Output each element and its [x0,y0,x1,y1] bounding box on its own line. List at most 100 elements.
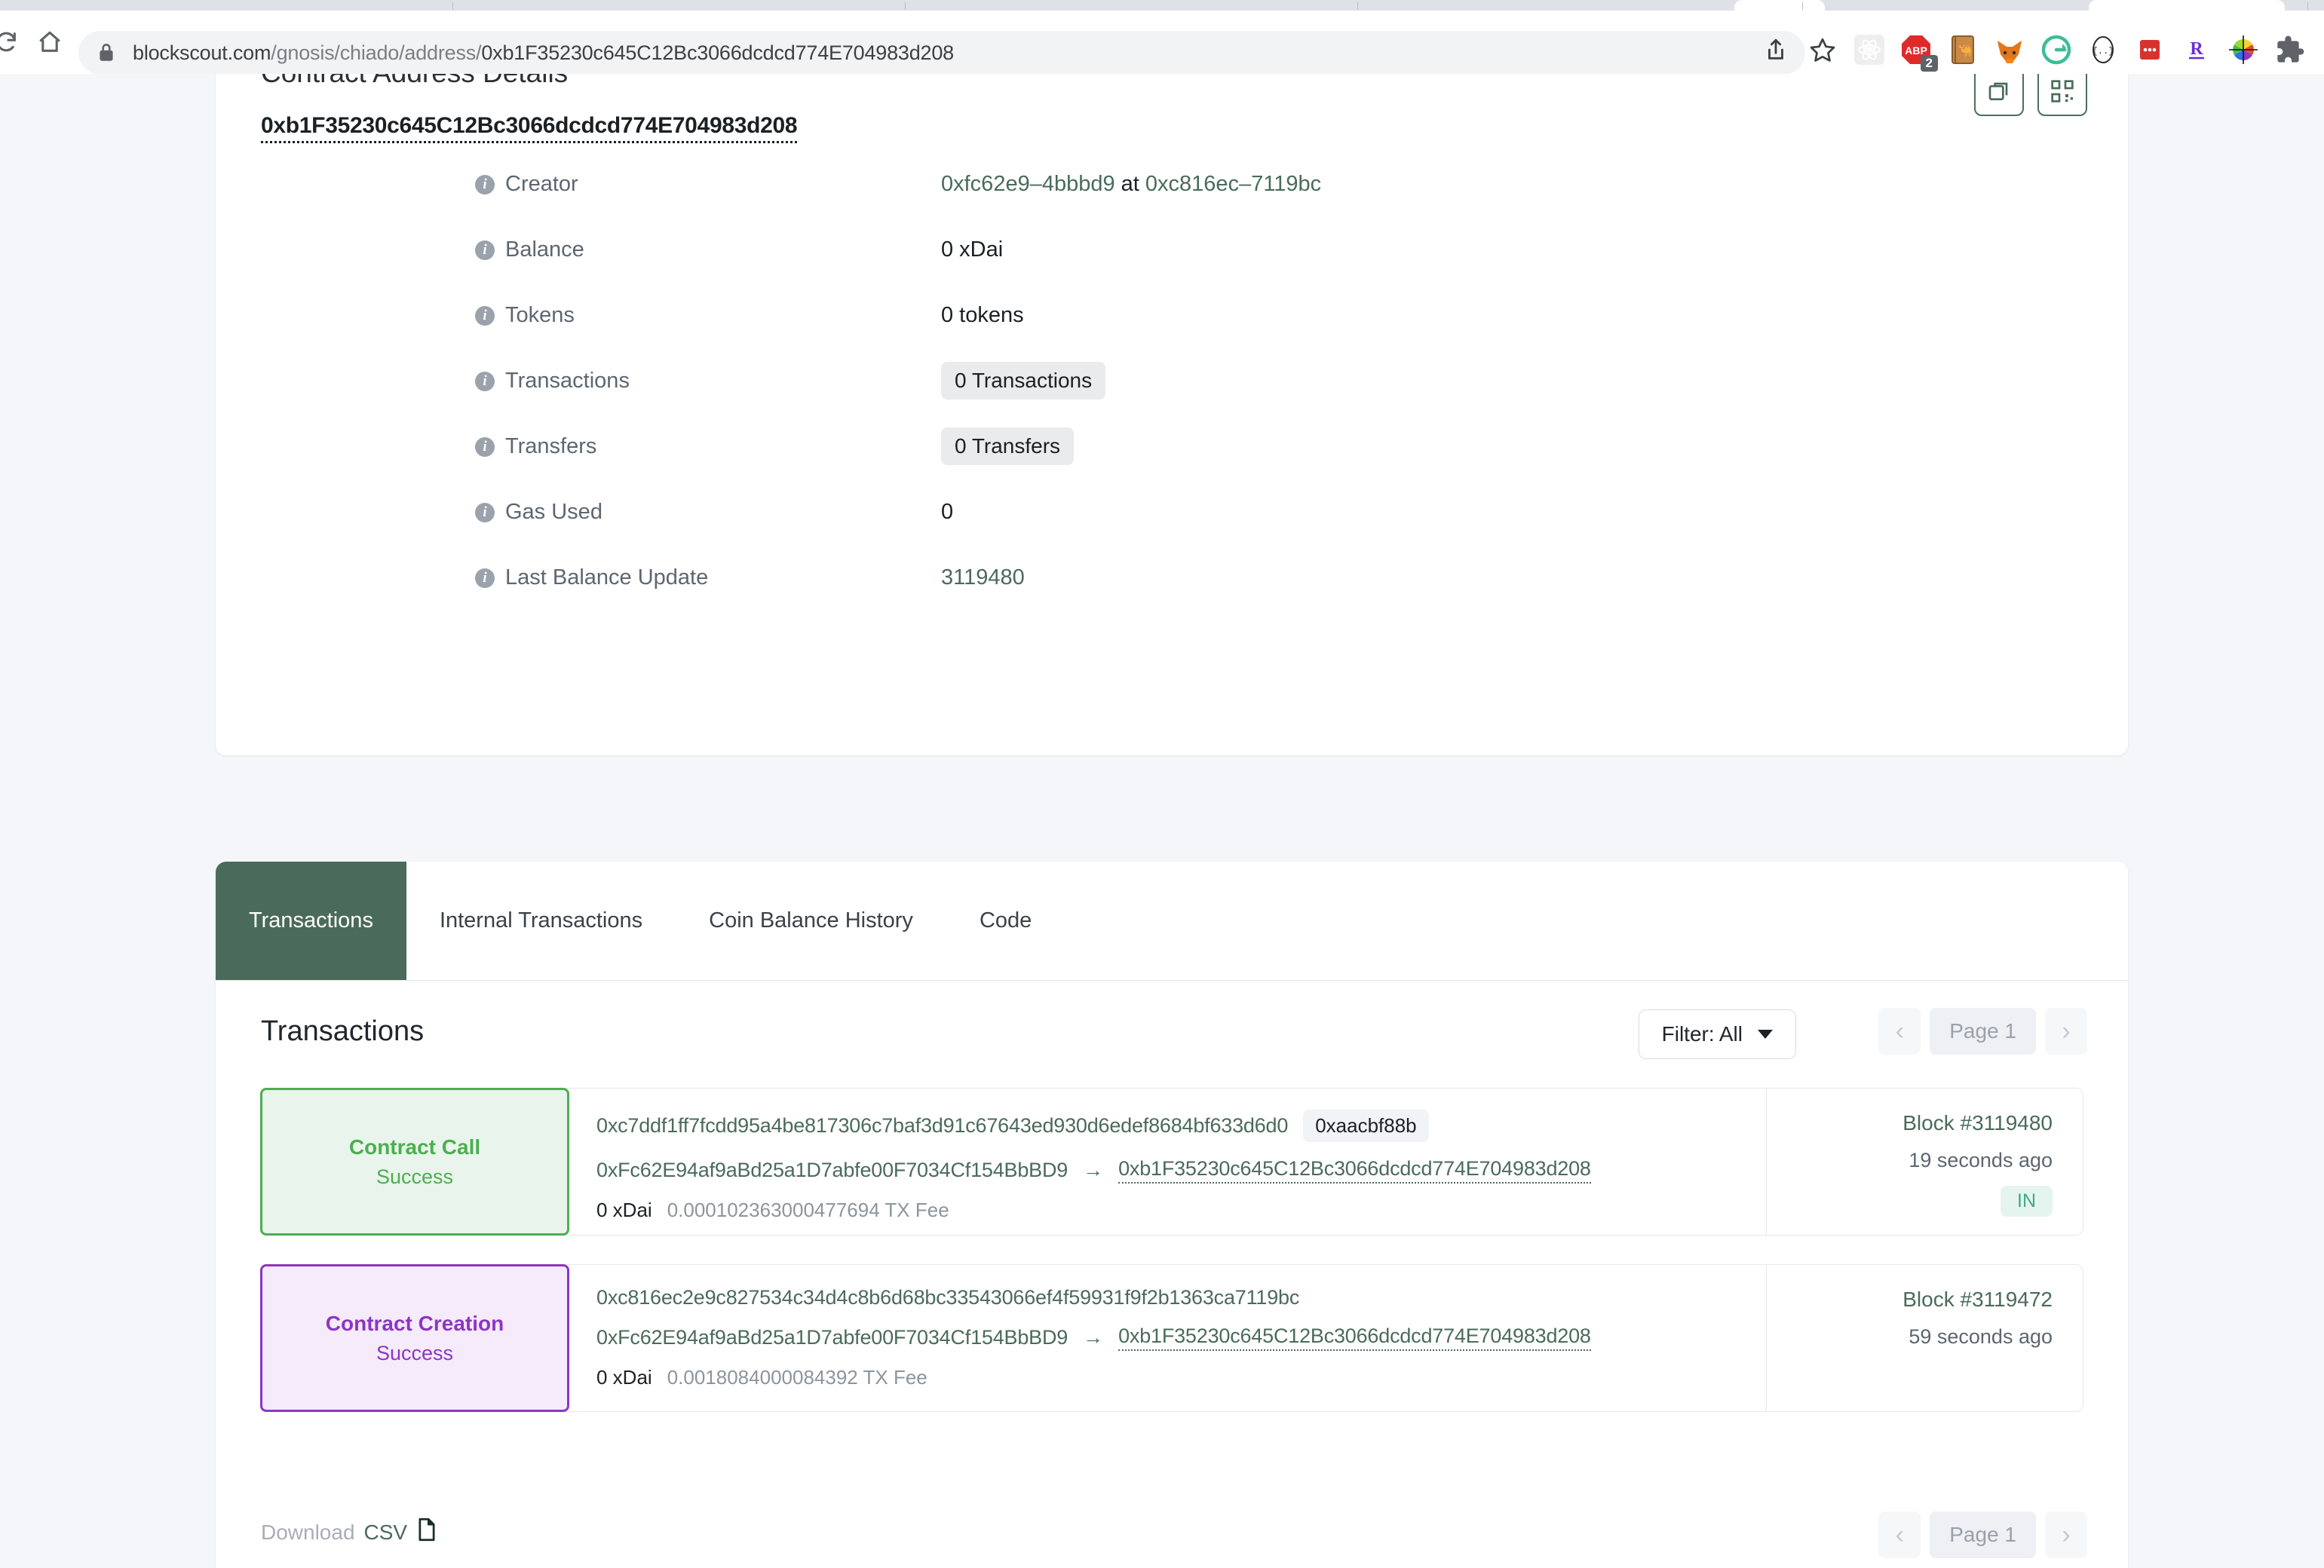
page-indicator[interactable]: Page 1 [1930,1511,2036,1558]
svg-text:🐫: 🐫 [1958,44,1973,57]
detail-label: i Transfers [475,434,596,459]
url-path: /gnosis/chiado/address/ [271,41,482,64]
detail-row-transactions: i Transactions 0 Transactions [216,362,2128,434]
tab-divider [905,2,906,10]
notebook-icon[interactable]: 🐫 [1939,26,1986,73]
adblock-plus-icon[interactable]: ABP 2 [1893,26,1939,73]
info-icon[interactable]: i [475,436,495,457]
home-icon[interactable] [33,26,66,59]
json-viewer-icon[interactable]: {..} [2080,26,2126,73]
info-icon[interactable]: i [475,568,495,588]
metamask-fox-icon[interactable] [1986,26,2033,73]
transactions-count-pill[interactable]: 0 Transactions [941,362,1106,400]
info-icon[interactable]: i [475,174,495,194]
detail-label: i Last Balance Update [475,565,708,590]
lock-icon [97,41,116,64]
copy-icon[interactable] [1974,74,2024,116]
detail-row-transfers: i Transfers 0 Transfers [216,427,2128,500]
tx-to-address-link[interactable]: 0xb1F35230c645C12Bc3066dcdcd774E704983d2… [1118,1325,1591,1351]
next-page-button[interactable]: › [2045,1008,2087,1055]
detail-value-last-balance-update[interactable]: 3119480 [941,565,1025,590]
tx-value-line: 0 xDai 0.000102363000477694 TX Fee [596,1199,1766,1222]
share-icon[interactable] [1752,26,1799,73]
pagination-bottom: ‹ Page 1 › [1878,1511,2087,1558]
tx-to-address-link[interactable]: 0xb1F35230c645C12Bc3066dcdcd774E704983d2… [1118,1157,1591,1184]
transactions-list: Contract Call Success 0xc7ddf1ff7fcdd95a… [216,1088,2128,1441]
tab-coin-balance-history[interactable]: Coin Balance History [676,862,946,980]
grammarly-icon[interactable] [2033,26,2080,73]
r-letter-icon[interactable]: R [2173,26,2220,73]
qr-code-icon[interactable] [2037,74,2087,116]
tx-from-address-link[interactable]: 0xFc62E94af9aBd25a1D7abfe00F7034Cf154BbB… [596,1326,1068,1349]
address-bar[interactable]: blockscout.com/gnosis/chiado/address/0xb… [78,31,1805,75]
filter-dropdown[interactable]: Filter: All [1638,1009,1796,1059]
tx-meta: Block #3119480 19 seconds ago IN [1766,1089,2083,1235]
tx-hash-line: 0xc7ddf1ff7fcdd95a4be817306c7baf3d91c676… [596,1110,1766,1142]
tab-divider [452,2,453,10]
prev-page-button[interactable]: ‹ [1878,1511,1921,1558]
tx-hash-link[interactable]: 0xc7ddf1ff7fcdd95a4be817306c7baf3d91c676… [596,1114,1288,1138]
contract-address-link[interactable]: 0xb1F35230c645C12Bc3066dcdcd774E704983d2… [261,113,798,143]
tx-value: 0 xDai [596,1366,652,1389]
tx-hash-link[interactable]: 0xc816ec2e9c827534c34d4c8b6d68bc33543066… [596,1286,1299,1309]
prev-page-button[interactable]: ‹ [1878,1008,1921,1055]
url-domain: blockscout.com [133,41,271,64]
detail-label: i Gas Used [475,500,602,525]
tab-divider [1802,2,1803,10]
detail-value-balance: 0 xDai [941,237,1004,262]
info-icon[interactable]: i [475,305,495,326]
table-row[interactable]: Contract Call Success 0xc7ddf1ff7fcdd95a… [260,1088,2083,1236]
detail-label: i Transactions [475,369,630,394]
tx-type-badge: Contract Call Success [260,1088,569,1236]
info-icon[interactable]: i [475,240,495,260]
contract-address-details-card: Contract Address Details 0xb1F35230c645C… [216,74,2128,755]
detail-label: i Balance [475,237,584,262]
tx-block-link[interactable]: Block #3119480 [1902,1111,2053,1135]
tx-method-badge: 0xaacbf88b [1303,1110,1429,1142]
detail-label: i Tokens [475,303,575,328]
detail-row-creator: i Creator 0xfc62e9–4bbbd9 at 0xc816ec–71… [216,172,2128,237]
red-menu-icon[interactable] [2126,26,2173,73]
tx-fee: 0.000102363000477694 TX Fee [667,1199,949,1221]
detail-label-text: Tokens [505,303,575,327]
tx-type-label: Contract Creation [325,1311,504,1335]
creator-tx-link[interactable]: 0xc816ec–7119bc [1145,172,1321,196]
detail-label-text: Creator [505,172,578,196]
detail-label-text: Transactions [505,369,630,393]
file-icon [416,1517,437,1547]
detail-rows: i Creator 0xfc62e9–4bbbd9 at 0xc816ec–71… [216,172,2128,631]
page-title: Contract Address Details [261,74,568,89]
color-picker-icon[interactable] [2220,26,2267,73]
card-actions [1974,74,2087,116]
info-icon[interactable]: i [475,502,495,522]
star-icon[interactable] [1799,26,1846,73]
puzzle-extensions-icon[interactable] [2267,26,2313,73]
reload-icon[interactable] [0,26,23,59]
download-csv-button[interactable]: Download CSV [261,1517,437,1547]
detail-value-tokens: 0 tokens [941,303,1024,327]
browser-tab[interactable] [1734,0,1825,11]
browser-tab-strip[interactable] [0,0,2324,11]
table-row[interactable]: Contract Creation Success 0xc816ec2e9c82… [260,1264,2083,1412]
creator-address-link[interactable]: 0xfc62e9–4bbbd9 [941,172,1115,196]
tx-block-link[interactable]: Block #3119472 [1902,1288,2053,1312]
page-content: Contract Address Details 0xb1F35230c645C… [0,74,2324,1568]
info-icon[interactable]: i [475,371,495,391]
detail-row-last-balance-update: i Last Balance Update 3119480 [216,565,2128,631]
next-page-button[interactable]: › [2045,1511,2087,1558]
transfers-count-pill[interactable]: 0 Transfers [941,427,1075,465]
detail-label-text: Balance [505,237,584,262]
tab-transactions[interactable]: Transactions [216,862,406,980]
transactions-heading: Transactions [261,1015,425,1047]
tx-from-address-link[interactable]: 0xFc62E94af9aBd25a1D7abfe00F7034Cf154BbB… [596,1159,1068,1182]
react-devtools-icon[interactable] [1846,26,1893,73]
detail-label-text: Transfers [505,434,597,458]
detail-row-gas-used: i Gas Used 0 [216,500,2128,565]
tx-meta: Block #3119472 59 seconds ago [1766,1265,2083,1411]
browser-tab[interactable] [2089,0,2285,11]
tab-divider [2307,2,2308,10]
tx-type-label: Contract Call [348,1135,481,1159]
tab-internal-transactions[interactable]: Internal Transactions [406,862,676,980]
page-indicator[interactable]: Page 1 [1930,1008,2036,1055]
tab-code[interactable]: Code [946,862,1065,980]
